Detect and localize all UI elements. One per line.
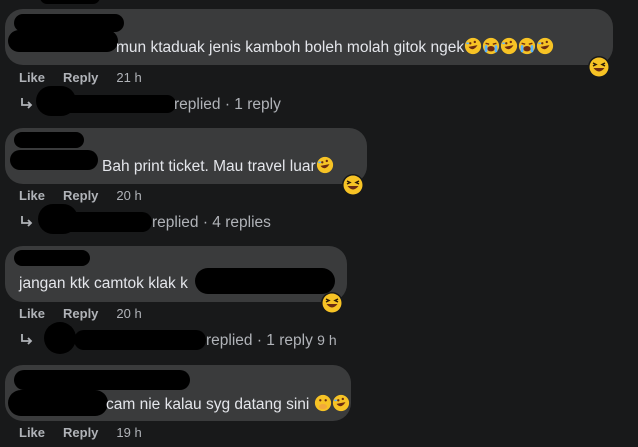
like-button[interactable]: Like <box>19 188 45 203</box>
comment-text-4-body: cam nie kalau syg datang sini <box>106 396 310 413</box>
timestamp[interactable]: 19 h <box>116 425 141 440</box>
reply-button[interactable]: Reply <box>63 188 98 203</box>
reply-button[interactable]: Reply <box>63 306 98 321</box>
reply-timestamp: 9 h <box>317 332 337 348</box>
redacted-name-2b <box>10 150 98 170</box>
replies-count[interactable]: replied · 4 replies <box>152 214 271 231</box>
reply-button[interactable]: Reply <box>63 425 98 440</box>
comment-text-3-body: jangan ktk camtok klak k <box>19 275 188 292</box>
crying-emoji <box>482 37 500 61</box>
view-replies-link-3[interactable]: replied · 1 reply 9 h <box>206 332 337 350</box>
haha-reaction-icon[interactable] <box>341 173 365 202</box>
comment-actions-4: Like Reply 19 h <box>19 425 142 440</box>
comment-text-2-body: Bah print ticket. Mau travel luar <box>102 158 316 175</box>
redacted-replier-3 <box>44 322 76 354</box>
reply-button[interactable]: Reply <box>63 70 98 85</box>
comment-text-2: Bah print ticket. Mau travel luar <box>102 156 334 180</box>
rofl-emoji <box>464 37 482 61</box>
redacted-name-2 <box>14 132 84 148</box>
comment-actions-2: Like Reply 20 h <box>19 188 142 203</box>
comment-text-1: mun ktaduak jenis kamboh boleh molah git… <box>116 37 554 61</box>
redacted-replier-3b <box>74 330 206 350</box>
redacted-name-4b <box>8 390 108 416</box>
crying-emoji <box>518 37 536 61</box>
reply-arrow-icon <box>21 216 33 227</box>
hand-over-mouth-emoji <box>314 394 332 418</box>
redacted-replier-1b <box>60 95 176 113</box>
like-button[interactable]: Like <box>19 70 45 85</box>
like-button[interactable]: Like <box>19 306 45 321</box>
redacted-name-4 <box>14 370 190 390</box>
timestamp[interactable]: 20 h <box>116 188 141 203</box>
comment-actions-3: Like Reply 20 h <box>19 306 142 321</box>
like-button[interactable]: Like <box>19 425 45 440</box>
comment-text-4: cam nie kalau syg datang sini <box>106 394 350 418</box>
redacted-name-3 <box>14 250 90 266</box>
rofl-emoji <box>316 156 334 180</box>
rofl-emoji <box>332 394 350 418</box>
comment-text-1-body: mun ktaduak jenis kamboh boleh molah git… <box>116 39 465 56</box>
timestamp[interactable]: 20 h <box>116 306 141 321</box>
view-replies-link-2[interactable]: replied · 4 replies <box>152 214 271 232</box>
rofl-emoji <box>500 37 518 61</box>
haha-reaction-icon[interactable] <box>320 291 344 320</box>
reply-arrow-icon <box>21 334 33 345</box>
rofl-emoji <box>536 37 554 61</box>
redacted-top <box>40 0 100 4</box>
haha-reaction-icon[interactable] <box>587 55 611 84</box>
timestamp[interactable]: 21 h <box>116 70 141 85</box>
redacted-replier-2b <box>56 212 152 232</box>
redacted-name-1b <box>8 30 118 52</box>
replies-count[interactable]: replied · 1 reply <box>206 332 313 349</box>
reply-arrow-icon <box>21 98 33 109</box>
replies-count[interactable]: replied · 1 reply <box>174 96 281 113</box>
redacted-text-3 <box>195 268 335 294</box>
comment-text-3: jangan ktk camtok klak k <box>19 274 188 294</box>
view-replies-link-1[interactable]: replied · 1 reply <box>174 96 281 114</box>
comment-actions-1: Like Reply 21 h <box>19 70 142 85</box>
